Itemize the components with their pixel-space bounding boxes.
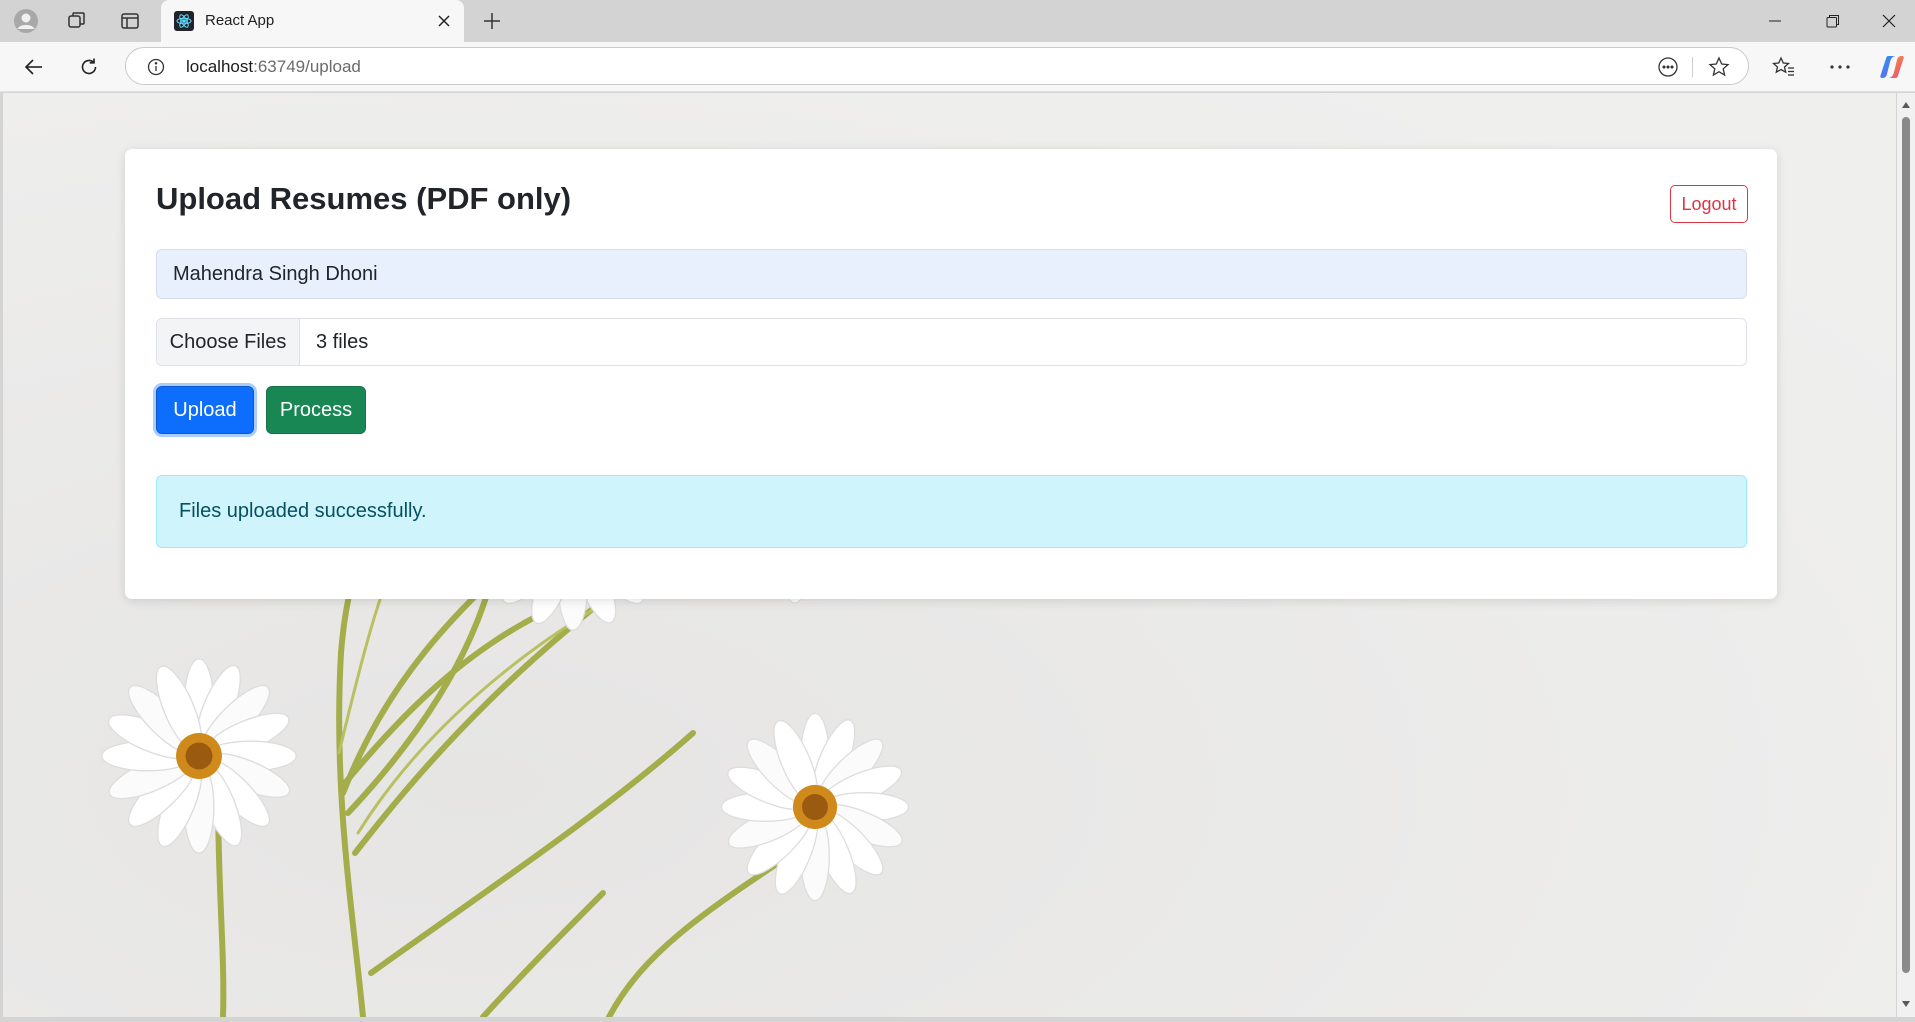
settings-more-icon[interactable]: [1823, 50, 1857, 84]
browser-tab-active[interactable]: React App: [161, 0, 464, 42]
workspaces-icon[interactable]: [61, 6, 93, 36]
back-arrow-icon[interactable]: [17, 50, 51, 84]
address-bar[interactable]: localhost:63749/upload: [125, 47, 1749, 85]
success-alert: Files uploaded successfully.: [156, 475, 1747, 548]
close-tab-icon[interactable]: [432, 9, 456, 33]
scroll-down-arrow-icon[interactable]: [1901, 999, 1911, 1009]
url-text: localhost:63749/upload: [186, 57, 361, 77]
process-button[interactable]: Process: [266, 386, 366, 434]
choose-files-button[interactable]: Choose Files: [157, 319, 300, 365]
more-options-circle-icon[interactable]: [1656, 55, 1680, 79]
browser-toolbar: localhost:63749/upload: [0, 42, 1915, 92]
vertical-tabs-icon[interactable]: [114, 6, 146, 36]
file-input[interactable]: Choose Files 3 files: [156, 318, 1747, 366]
logout-button[interactable]: Logout: [1670, 185, 1748, 223]
minimize-window-icon[interactable]: [1747, 0, 1803, 42]
upload-button[interactable]: Upload: [156, 386, 254, 434]
file-status-text: 3 files: [316, 331, 369, 353]
url-host: localhost: [186, 57, 254, 76]
copilot-icon[interactable]: [1875, 50, 1909, 84]
candidate-name-input[interactable]: Mahendra Singh Dhoni: [156, 249, 1747, 299]
page-title: Upload Resumes (PDF only): [156, 181, 572, 216]
site-info-icon[interactable]: [146, 57, 166, 77]
new-tab-icon[interactable]: [476, 6, 508, 36]
favorites-icon[interactable]: [1767, 50, 1801, 84]
browser-tab-bar: React App: [0, 0, 1915, 42]
react-logo-icon: [174, 11, 194, 31]
refresh-icon[interactable]: [72, 50, 106, 84]
url-path: :63749/upload: [253, 57, 361, 76]
profile-icon[interactable]: [10, 6, 42, 36]
upload-card: Upload Resumes (PDF only) Logout Mahendr…: [125, 149, 1777, 599]
scroll-up-arrow-icon[interactable]: [1901, 100, 1911, 110]
page-viewport: Upload Resumes (PDF only) Logout Mahendr…: [3, 93, 1896, 1017]
favorite-star-icon[interactable]: [1707, 55, 1731, 79]
tab-title: React App: [205, 12, 275, 29]
vertical-scrollbar[interactable]: [1897, 93, 1915, 1017]
address-divider: [1692, 57, 1693, 77]
restore-window-icon[interactable]: [1805, 0, 1861, 42]
close-window-icon[interactable]: [1861, 0, 1915, 42]
scrollbar-thumb[interactable]: [1902, 117, 1910, 973]
